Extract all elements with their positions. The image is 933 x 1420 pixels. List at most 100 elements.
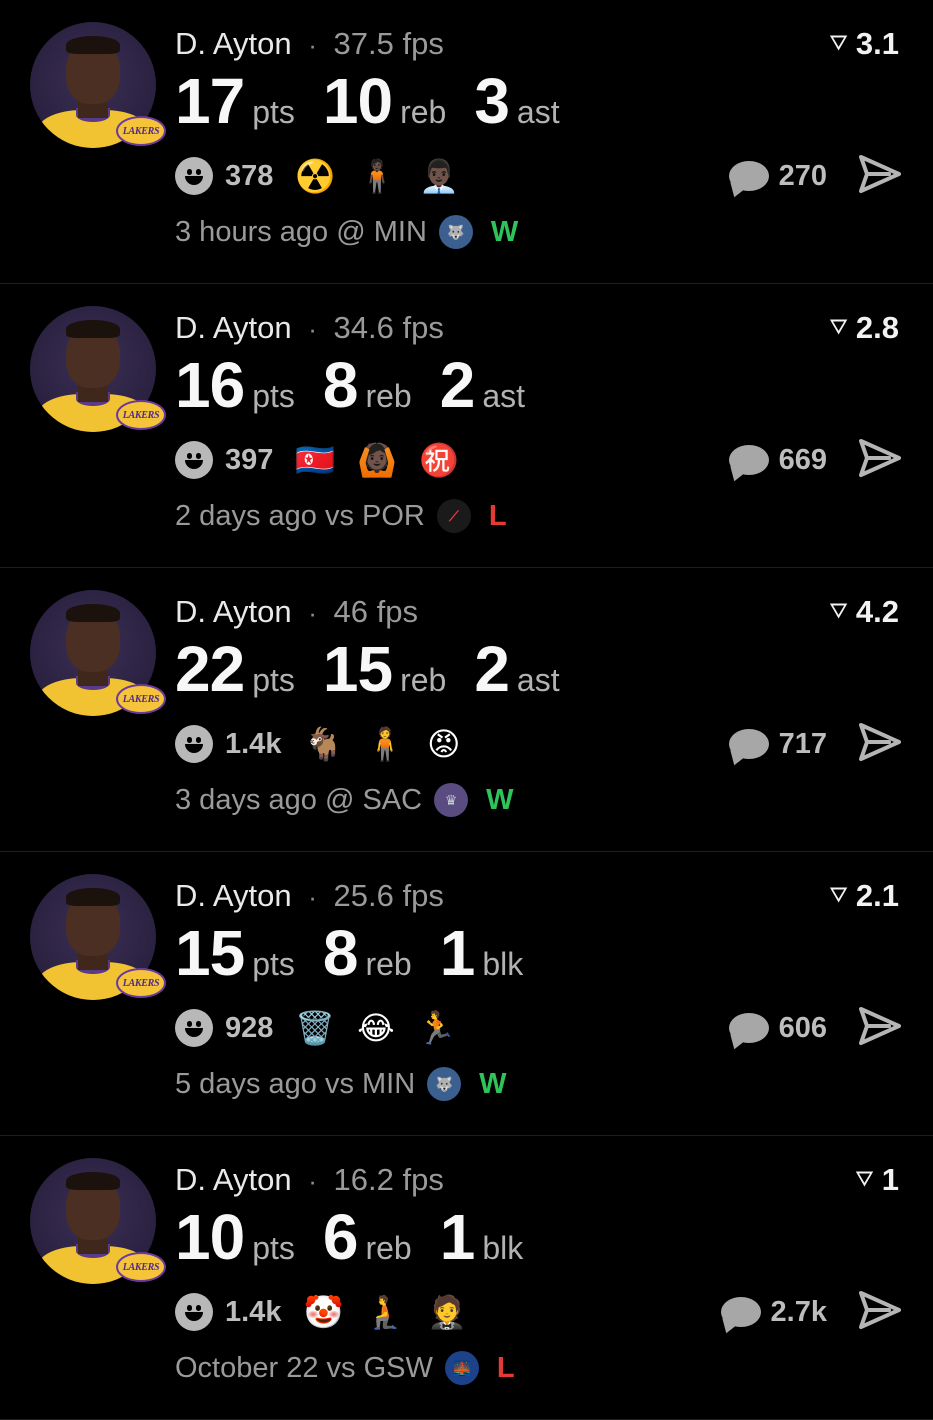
stat-value: 1 <box>439 1201 476 1273</box>
minnesota-timberwolves-logo[interactable]: 🐺 <box>438 215 473 249</box>
stat-value: 2 <box>474 633 510 705</box>
stat-label: reb <box>365 378 412 414</box>
comment-count: 2.7k <box>770 1295 827 1328</box>
lakers-logo: LAKERS <box>116 116 166 146</box>
player-header: D. Ayton · 46 fps <box>175 592 418 633</box>
rating-badge[interactable]: ⛛ 4.2 <box>829 592 899 632</box>
smiley-icon[interactable] <box>175 1009 213 1047</box>
reaction-bar: 1.4k 🐐 🧍 😡 <box>175 720 483 768</box>
smiley-icon[interactable] <box>175 1293 213 1331</box>
lakers-logo: LAKERS <box>116 968 166 998</box>
player-name[interactable]: D. Ayton <box>175 1162 292 1197</box>
reaction-emoji[interactable]: 🤵 <box>427 1293 467 1331</box>
stat-line: 10 pts 6 reb 1 blk <box>175 1202 551 1272</box>
reaction-emoji[interactable]: 🗑️ <box>295 1009 335 1047</box>
reaction-emoji[interactable]: 🧎 <box>365 1293 405 1331</box>
player-name[interactable]: D. Ayton <box>175 26 292 61</box>
game-time: 3 days ago @ SAC <box>175 783 423 816</box>
fantasy-points: 46 fps <box>333 594 418 629</box>
stat-label: reb <box>365 1230 412 1266</box>
stat-value: 16 <box>175 349 245 421</box>
rating-icon: ⛛ <box>855 1166 874 1191</box>
comment-count: 669 <box>778 443 827 476</box>
player-name[interactable]: D. Ayton <box>175 594 292 629</box>
reaction-emoji[interactable]: ㊗️ <box>419 441 459 479</box>
game-feed: LAKERS D. Ayton · 37.5 fps ⛛ 3.1 17 pts … <box>0 0 933 1420</box>
rating-icon: ⛛ <box>829 314 848 339</box>
stat-label: pts <box>252 946 295 982</box>
comment-button[interactable]: 270 <box>728 154 827 198</box>
send-icon[interactable] <box>859 1006 901 1046</box>
stat-value: 6 <box>322 1201 359 1273</box>
reaction-emoji[interactable]: 🧍 <box>365 725 405 763</box>
reaction-emoji[interactable]: 🏃 <box>417 1009 457 1047</box>
fantasy-points: 37.5 fps <box>333 26 444 61</box>
stat-label: reb <box>400 94 447 130</box>
reaction-emoji[interactable]: 👨🏿‍💼 <box>419 157 459 195</box>
rating-badge[interactable]: ⛛ 1 <box>855 1160 899 1200</box>
game-time: 5 days ago vs MIN <box>175 1067 416 1100</box>
player-header: D. Ayton · 25.6 fps <box>175 876 444 917</box>
player-name[interactable]: D. Ayton <box>175 310 292 345</box>
portland-trail-blazers-logo[interactable]: ⟋ <box>436 499 471 533</box>
golden-state-warriors-logo[interactable]: 🌉 <box>444 1351 479 1385</box>
rating-badge[interactable]: ⛛ 2.1 <box>829 876 899 916</box>
game-result: L <box>496 1351 515 1384</box>
reaction-count: 1.4k <box>225 1295 282 1328</box>
reaction-emoji[interactable]: 🇰🇵 <box>295 441 335 479</box>
stat-line: 16 pts 8 reb 2 ast <box>175 350 553 420</box>
rating-value: 3.1 <box>855 26 899 61</box>
rating-value: 2.8 <box>855 310 899 345</box>
lakers-logo: LAKERS <box>116 400 166 430</box>
comment-count: 717 <box>778 727 827 760</box>
game-card[interactable]: LAKERS D. Ayton · 46 fps ⛛ 4.2 22 pts 15… <box>0 568 933 852</box>
reaction-bar: 378 ☢️ 🧍🏿 👨🏿‍💼 <box>175 152 481 200</box>
comment-button[interactable]: 2.7k <box>720 1290 827 1334</box>
comment-bubble-icon <box>728 729 769 759</box>
smiley-icon[interactable] <box>175 157 213 195</box>
game-card[interactable]: LAKERS D. Ayton · 25.6 fps ⛛ 2.1 15 pts … <box>0 852 933 1136</box>
stat-value: 10 <box>175 1201 245 1273</box>
reaction-emoji[interactable]: ☢️ <box>295 157 335 195</box>
smiley-icon[interactable] <box>175 725 213 763</box>
game-meta: 5 days ago vs MIN 🐺 W <box>175 1064 507 1104</box>
game-card[interactable]: LAKERS D. Ayton · 16.2 fps ⛛ 1 10 pts 6 … <box>0 1136 933 1420</box>
comment-bubble-icon <box>728 445 769 475</box>
reaction-emoji[interactable]: 🧍🏿 <box>357 157 397 195</box>
comment-button[interactable]: 717 <box>728 722 827 766</box>
comment-count: 270 <box>778 159 827 192</box>
send-icon[interactable] <box>859 722 901 762</box>
reaction-emoji[interactable]: 😡 <box>427 725 460 763</box>
comment-button[interactable]: 669 <box>728 438 827 482</box>
stat-value: 1 <box>439 917 476 989</box>
reaction-emoji[interactable]: 🙆🏿 <box>357 441 397 479</box>
reaction-emoji[interactable]: 🤡 <box>303 1293 343 1331</box>
game-result: W <box>486 783 514 816</box>
reaction-emoji[interactable]: 🐐 <box>303 725 343 763</box>
stat-line: 17 pts 10 reb 3 ast <box>175 66 588 136</box>
sacramento-kings-logo[interactable]: ♛ <box>434 783 469 817</box>
comment-count: 606 <box>778 1011 827 1044</box>
rating-value: 1 <box>881 1162 899 1197</box>
stat-label: reb <box>365 946 412 982</box>
stat-label: blk <box>482 946 524 982</box>
player-name[interactable]: D. Ayton <box>175 878 292 913</box>
fantasy-points: 25.6 fps <box>333 878 444 913</box>
game-card[interactable]: LAKERS D. Ayton · 37.5 fps ⛛ 3.1 17 pts … <box>0 0 933 284</box>
send-icon[interactable] <box>859 154 901 194</box>
game-card[interactable]: LAKERS D. Ayton · 34.6 fps ⛛ 2.8 16 pts … <box>0 284 933 568</box>
reaction-emoji[interactable]: 😂 <box>357 1009 394 1047</box>
rating-badge[interactable]: ⛛ 2.8 <box>829 308 899 348</box>
reaction-count: 378 <box>225 159 274 192</box>
stat-label: blk <box>482 1230 524 1266</box>
minnesota-timberwolves-logo[interactable]: 🐺 <box>427 1067 462 1101</box>
game-meta: 2 days ago vs POR ⟋ L <box>175 496 507 536</box>
smiley-icon[interactable] <box>175 441 213 479</box>
send-icon[interactable] <box>859 1290 901 1330</box>
send-icon[interactable] <box>859 438 901 478</box>
comment-button[interactable]: 606 <box>728 1006 827 1050</box>
game-result: W <box>479 1067 507 1100</box>
stat-label: pts <box>252 94 295 130</box>
rating-badge[interactable]: ⛛ 3.1 <box>829 24 899 64</box>
game-time: October 22 vs GSW <box>175 1351 433 1384</box>
